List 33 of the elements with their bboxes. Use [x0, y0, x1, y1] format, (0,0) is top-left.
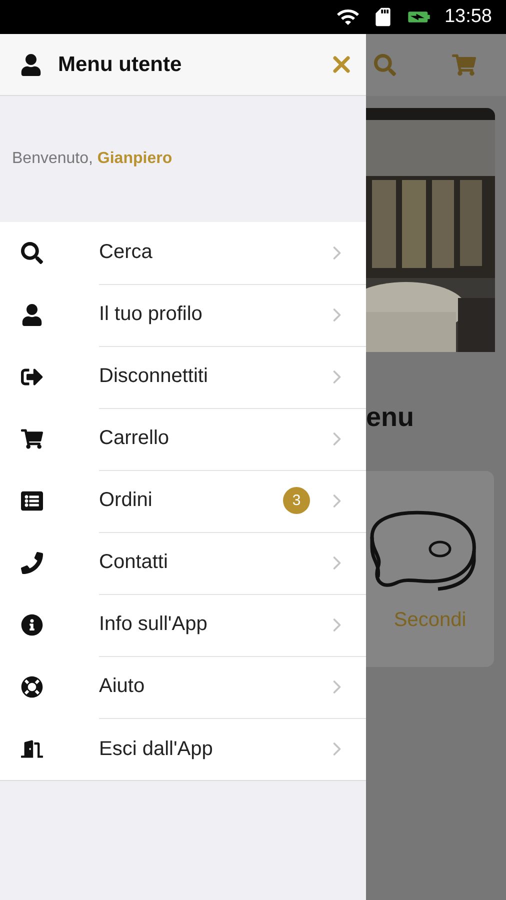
user-icon — [21, 304, 43, 326]
user-icon — [20, 54, 42, 76]
info-icon — [21, 614, 43, 636]
welcome-text: Benvenuto, Gianpiero — [12, 150, 172, 168]
menu-item-label: Info sull'App — [99, 613, 208, 636]
sign-out-icon — [21, 366, 43, 388]
door-icon — [21, 738, 43, 760]
menu-item-label: Cerca — [99, 241, 154, 264]
search-icon[interactable] — [374, 54, 396, 76]
category-label: Secondi — [394, 609, 466, 632]
menu-item[interactable]: Il tuo profilo — [0, 284, 366, 346]
cart-icon[interactable] — [452, 53, 476, 77]
count-badge: 3 — [283, 487, 310, 514]
cart-icon — [21, 428, 43, 450]
menu-item[interactable]: Aiuto — [0, 656, 366, 718]
menu-item-label: Aiuto — [99, 675, 146, 698]
search-icon — [21, 242, 43, 264]
lifebuoy-icon — [21, 676, 43, 698]
menu-item-label: Ordini — [99, 489, 154, 512]
clock-time: 13:58 — [444, 6, 492, 28]
section-heading: enu — [366, 402, 416, 433]
list-icon — [21, 490, 43, 512]
drawer-title: Menu utente — [58, 52, 183, 76]
menu-item-label: Disconnettiti — [99, 365, 209, 388]
menu-item-label: Il tuo profilo — [99, 303, 204, 326]
phone-icon — [21, 552, 43, 574]
menu-item-label: Carrello — [99, 427, 170, 450]
menu-item-label: Contatti — [99, 551, 169, 574]
menu-item-label: Esci dall'App — [99, 738, 214, 760]
menu-item[interactable]: Esci dall'App — [0, 718, 366, 780]
menu-item[interactable]: Info sull'App — [0, 594, 366, 656]
menu-item[interactable]: Ordini 3 — [0, 470, 366, 532]
close-button[interactable] — [333, 56, 350, 73]
